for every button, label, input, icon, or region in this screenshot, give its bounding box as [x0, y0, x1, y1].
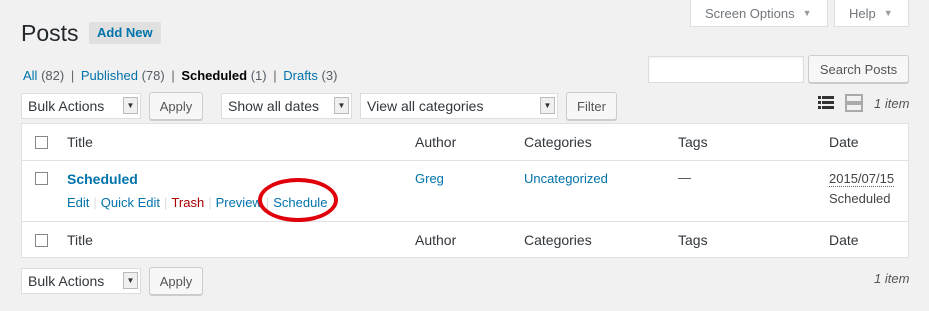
add-new-button[interactable]: Add New — [89, 22, 161, 44]
bulk-actions-select[interactable]: Bulk Actions ▼ — [21, 93, 141, 119]
separator: | — [164, 195, 168, 210]
bulk-actions-value: Bulk Actions — [28, 273, 105, 289]
select-all-checkbox[interactable] — [35, 136, 48, 149]
posts-table: Title Author Categories Tags Date Schedu… — [21, 123, 909, 258]
screen-options-label: Screen Options — [705, 5, 795, 21]
view-published-link[interactable]: Published (78) — [81, 68, 165, 83]
column-author-header: Author — [415, 134, 457, 150]
column-title-footer[interactable]: Title — [67, 232, 93, 248]
apply-button[interactable]: Apply — [149, 92, 203, 120]
column-date-footer[interactable]: Date — [829, 232, 859, 248]
column-date-header[interactable]: Date — [829, 134, 859, 150]
chevron-down-icon: ▼ — [123, 272, 138, 289]
column-tags-header: Tags — [678, 134, 708, 150]
apply-button-bottom[interactable]: Apply — [149, 267, 203, 295]
separator: | — [273, 68, 277, 83]
filter-button[interactable]: Filter — [566, 92, 617, 120]
view-drafts-link[interactable]: Drafts (3) — [283, 68, 337, 83]
highlight-oval — [258, 178, 338, 222]
excerpt-view-icon[interactable] — [845, 94, 863, 112]
post-status: Scheduled — [829, 191, 891, 206]
separator: | — [208, 195, 212, 210]
help-button[interactable]: Help ▼ — [834, 0, 909, 27]
screen-options-button[interactable]: Screen Options ▼ — [690, 0, 828, 27]
author-link[interactable]: Greg — [415, 171, 444, 186]
items-count-bottom: 1 item — [874, 271, 910, 286]
date-filter-select[interactable]: Show all dates ▼ — [221, 93, 352, 119]
preview-action[interactable]: Preview — [216, 195, 262, 210]
page-title: Posts — [21, 20, 79, 46]
divider — [22, 160, 908, 161]
items-count: 1 item — [874, 96, 910, 111]
chevron-down-icon: ▼ — [802, 8, 812, 18]
post-title-link[interactable]: Scheduled — [67, 171, 138, 187]
column-tags-footer: Tags — [678, 232, 708, 248]
tags-value: — — [678, 170, 691, 185]
date-filter-value: Show all dates — [228, 98, 320, 114]
select-all-checkbox-footer[interactable] — [35, 234, 48, 247]
post-date: 2015/07/15 — [829, 171, 895, 187]
category-filter-value: View all categories — [367, 98, 484, 114]
column-title-header[interactable]: Title — [67, 134, 93, 150]
view-scheduled-link[interactable]: Scheduled (1) — [181, 68, 266, 83]
chevron-down-icon: ▼ — [540, 97, 555, 114]
row-checkbox[interactable] — [35, 172, 48, 185]
search-posts-button[interactable]: Search Posts — [808, 55, 909, 83]
chevron-down-icon: ▼ — [123, 97, 138, 114]
chevron-down-icon: ▼ — [883, 8, 893, 18]
trash-action[interactable]: Trash — [171, 195, 204, 210]
column-categories-header: Categories — [524, 134, 592, 150]
category-filter-select[interactable]: View all categories ▼ — [360, 93, 558, 119]
post-status-views: All (82) | Published (78) | Scheduled (1… — [23, 68, 337, 83]
category-link[interactable]: Uncategorized — [524, 171, 608, 186]
bulk-actions-value: Bulk Actions — [28, 98, 105, 114]
separator: | — [70, 68, 75, 83]
separator: | — [93, 195, 97, 210]
divider — [22, 221, 908, 222]
chevron-down-icon: ▼ — [334, 97, 349, 114]
list-view-icon[interactable] — [817, 94, 835, 112]
help-label: Help — [849, 5, 876, 21]
edit-action[interactable]: Edit — [67, 195, 89, 210]
column-author-footer: Author — [415, 232, 457, 248]
view-all-link[interactable]: All (82) — [23, 68, 64, 83]
column-categories-footer: Categories — [524, 232, 592, 248]
search-input[interactable] — [648, 56, 804, 83]
separator: | — [171, 68, 175, 83]
bulk-actions-select-bottom[interactable]: Bulk Actions ▼ — [21, 268, 141, 294]
quick-edit-action[interactable]: Quick Edit — [101, 195, 160, 210]
